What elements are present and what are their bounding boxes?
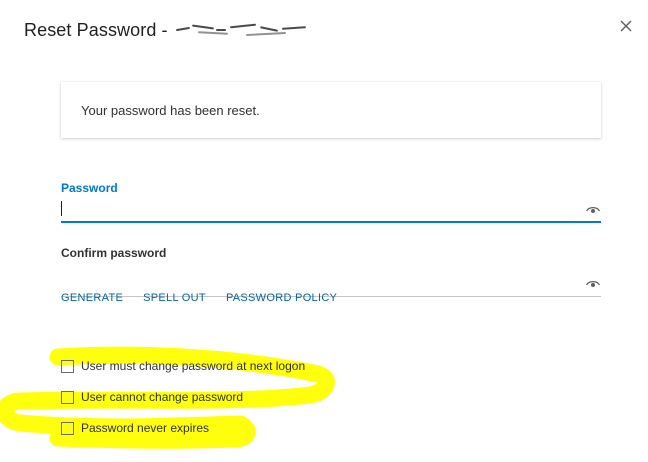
option-password-never-expires[interactable]: Password never expires xyxy=(61,420,209,436)
notice-text: Your password has been reset. xyxy=(81,102,260,118)
must-change-password-checkbox[interactable] xyxy=(61,359,74,373)
password-reset-notice: Your password has been reset. xyxy=(61,82,601,138)
password-label: Password xyxy=(61,181,118,195)
checkbox-label: User cannot change password xyxy=(81,390,244,404)
password-input[interactable] xyxy=(61,199,561,221)
confirm-password-field-group: Confirm password xyxy=(61,246,601,297)
password-actions: GENERATE SPELL OUT PASSWORD POLICY xyxy=(61,292,357,304)
close-button[interactable] xyxy=(614,14,638,38)
option-cannot-change-password[interactable]: User cannot change password xyxy=(61,389,243,405)
password-field-group: Password xyxy=(61,181,601,223)
eye-icon[interactable] xyxy=(585,202,601,218)
generate-link[interactable]: GENERATE xyxy=(61,292,123,304)
spell-out-link[interactable]: SPELL OUT xyxy=(143,292,206,304)
close-icon xyxy=(620,20,632,32)
confirm-password-label: Confirm password xyxy=(61,246,167,260)
dialog-header: Reset Password - xyxy=(24,16,314,44)
password-input-wrap xyxy=(61,199,601,223)
eye-icon[interactable] xyxy=(585,276,601,292)
reset-password-dialog: Reset Password - Your password has been … xyxy=(0,0,648,462)
checkbox-label: Password never expires xyxy=(81,421,210,435)
password-policy-link[interactable]: PASSWORD POLICY xyxy=(226,292,337,304)
scribbled-out-name-icon xyxy=(175,23,314,37)
password-never-expires-checkbox[interactable] xyxy=(61,421,74,435)
cannot-change-password-checkbox[interactable] xyxy=(61,390,74,404)
checkbox-label: User must change password at next logon xyxy=(81,359,306,373)
text-caret xyxy=(61,201,62,216)
option-must-change-password[interactable]: User must change password at next logon xyxy=(61,358,305,374)
dialog-title: Reset Password - xyxy=(24,19,168,40)
